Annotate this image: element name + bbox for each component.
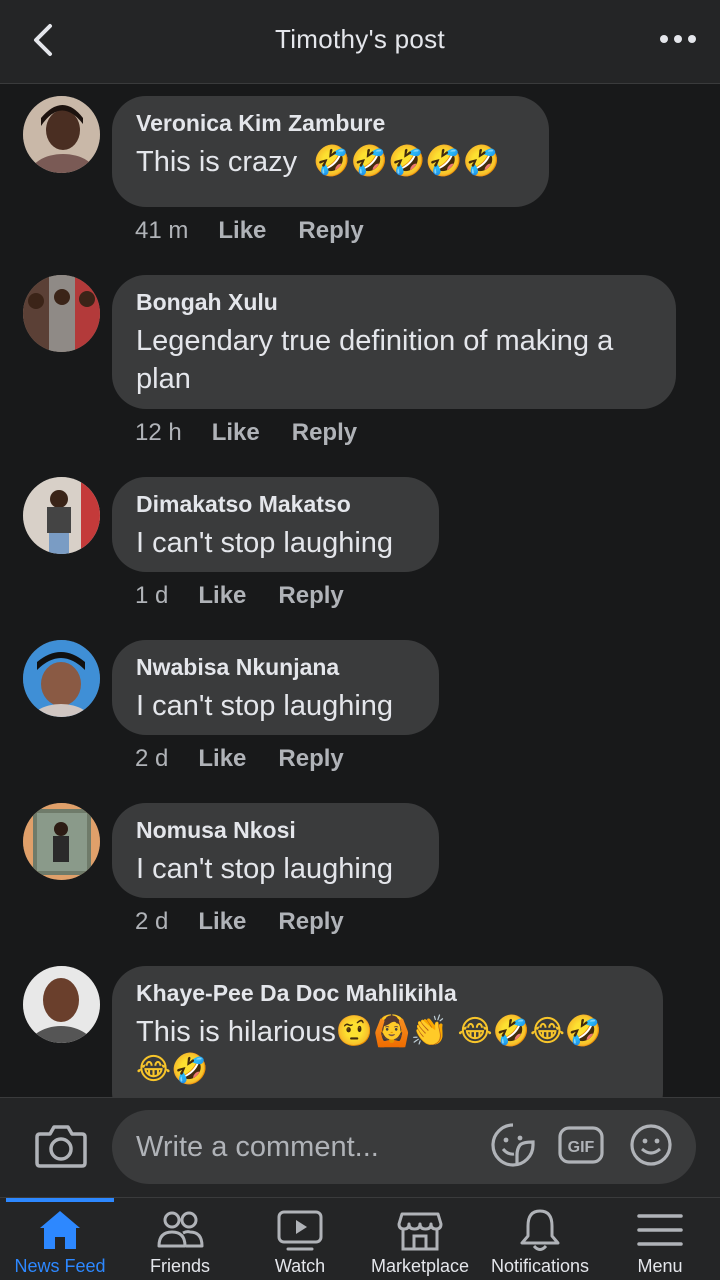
reply-button[interactable]: Reply xyxy=(292,419,357,447)
gif-icon: GIF xyxy=(558,1126,604,1164)
tab-label: News Feed xyxy=(14,1256,106,1276)
avatar[interactable] xyxy=(23,96,100,173)
comment-bubble[interactable]: Nomusa Nkosi I can't stop laughing xyxy=(112,803,439,898)
comment-input[interactable] xyxy=(112,1110,696,1184)
camera-button[interactable] xyxy=(34,1122,88,1170)
tab-friends[interactable]: Friends xyxy=(120,1198,240,1280)
avatar[interactable] xyxy=(23,640,100,717)
tab-label: Menu xyxy=(637,1256,683,1276)
emoji-button[interactable] xyxy=(628,1122,674,1168)
avatar[interactable] xyxy=(23,477,100,554)
comment-author[interactable]: Khaye-Pee Da Doc Mahlikihla xyxy=(136,980,639,1007)
comment-author[interactable]: Nwabisa Nkunjana xyxy=(136,654,415,681)
comment-text: I can't stop laughing xyxy=(136,690,394,722)
comment-bubble[interactable]: Bongah Xulu Legendary true definition of… xyxy=(112,275,676,409)
comment-actions: 1 d Like Reply xyxy=(135,582,344,610)
comment-actions: 41 m Like Reply xyxy=(135,217,364,245)
back-button[interactable] xyxy=(22,18,66,62)
comment-timestamp: 2 d xyxy=(135,908,169,935)
tab-label: Friends xyxy=(149,1256,211,1276)
comments-list: Veronica Kim Zambure This is crazy 🤣🤣🤣🤣🤣… xyxy=(0,85,720,1097)
comment-author[interactable]: Veronica Kim Zambure xyxy=(136,110,525,137)
comment-author[interactable]: Bongah Xulu xyxy=(136,289,652,316)
comment-actions: 2 d Like Reply xyxy=(135,745,344,773)
tab-label: Watch xyxy=(274,1256,326,1276)
like-button[interactable]: Like xyxy=(198,582,246,610)
tab-watch[interactable]: Watch xyxy=(240,1198,360,1280)
bottom-tab-bar: News Feed Friends Watch Marketplace Noti… xyxy=(0,1197,720,1280)
more-options-button[interactable] xyxy=(658,24,698,54)
gif-button[interactable]: GIF xyxy=(558,1122,604,1168)
more-dots-icon xyxy=(660,35,696,43)
comment-timestamp: 2 d xyxy=(135,745,169,772)
comment-text: This is crazy 🤣🤣🤣🤣🤣 xyxy=(136,143,525,181)
top-bar: Timothy's post xyxy=(0,0,720,84)
comment-bubble[interactable]: Nwabisa Nkunjana I can't stop laughing xyxy=(112,640,439,735)
friends-icon xyxy=(157,1211,204,1248)
active-tab-indicator xyxy=(6,1198,114,1202)
comment-bubble[interactable]: Khaye-Pee Da Doc Mahlikihla This is hila… xyxy=(112,966,663,1097)
sticker-icon xyxy=(491,1123,535,1167)
comment-actions: 12 h Like Reply xyxy=(135,419,357,447)
avatar[interactable] xyxy=(23,966,100,1043)
comment-composer: GIF xyxy=(0,1097,720,1197)
back-arrow-icon xyxy=(34,24,52,56)
smiley-icon xyxy=(630,1124,672,1166)
comment-text: This is hilarious🤨🙆👏 😂🤣😂🤣 😂🤣 xyxy=(136,1013,639,1089)
tab-news-feed[interactable]: News Feed xyxy=(0,1198,120,1280)
comment-actions: 2 d Like Reply xyxy=(135,908,344,936)
avatar[interactable] xyxy=(23,803,100,880)
comment-bubble[interactable]: Dimakatso Makatso I can't stop laughing xyxy=(112,477,439,572)
bell-icon xyxy=(520,1209,560,1251)
tab-notifications[interactable]: Notifications xyxy=(480,1198,600,1280)
reply-button[interactable]: Reply xyxy=(298,217,363,245)
reply-button[interactable]: Reply xyxy=(278,582,343,610)
home-icon xyxy=(40,1211,80,1249)
camera-icon xyxy=(35,1125,87,1168)
like-button[interactable]: Like xyxy=(198,745,246,773)
comment-author[interactable]: Dimakatso Makatso xyxy=(136,491,415,518)
comment-text: I can't stop laughing xyxy=(136,853,394,885)
comment-timestamp: 41 m xyxy=(135,217,189,244)
tab-marketplace[interactable]: Marketplace xyxy=(360,1198,480,1280)
tab-label: Marketplace xyxy=(370,1256,470,1276)
page-title: Timothy's post xyxy=(274,24,446,54)
laughing-emoji-icon: 🤣🤣🤣🤣🤣 xyxy=(313,144,501,179)
avatar[interactable] xyxy=(23,275,100,352)
watch-icon xyxy=(277,1210,323,1251)
like-button[interactable]: Like xyxy=(198,908,246,936)
comment-timestamp: 12 h xyxy=(135,419,182,446)
comment-text-content: This is hilarious xyxy=(136,1016,336,1048)
comment-author[interactable]: Nomusa Nkosi xyxy=(136,817,415,844)
tab-menu[interactable]: Menu xyxy=(600,1198,720,1280)
tab-label: Notifications xyxy=(490,1256,590,1276)
like-button[interactable]: Like xyxy=(218,217,266,245)
comment-bubble[interactable]: Veronica Kim Zambure This is crazy 🤣🤣🤣🤣🤣 xyxy=(112,96,549,207)
like-button[interactable]: Like xyxy=(212,419,260,447)
comment-text: I can't stop laughing xyxy=(136,527,394,559)
comment-timestamp: 1 d xyxy=(135,582,169,609)
reply-button[interactable]: Reply xyxy=(278,908,343,936)
app-screen: Timothy's post Veronica Kim Zambure This… xyxy=(0,0,720,1280)
reply-button[interactable]: Reply xyxy=(278,745,343,773)
marketplace-icon xyxy=(397,1212,443,1251)
comment-text: Legendary true definition of making a pl… xyxy=(136,325,614,395)
gif-label: GIF xyxy=(568,1139,595,1156)
comment-text-content: This is crazy xyxy=(136,146,298,178)
sticker-button[interactable] xyxy=(490,1122,536,1168)
menu-icon xyxy=(637,1214,683,1246)
